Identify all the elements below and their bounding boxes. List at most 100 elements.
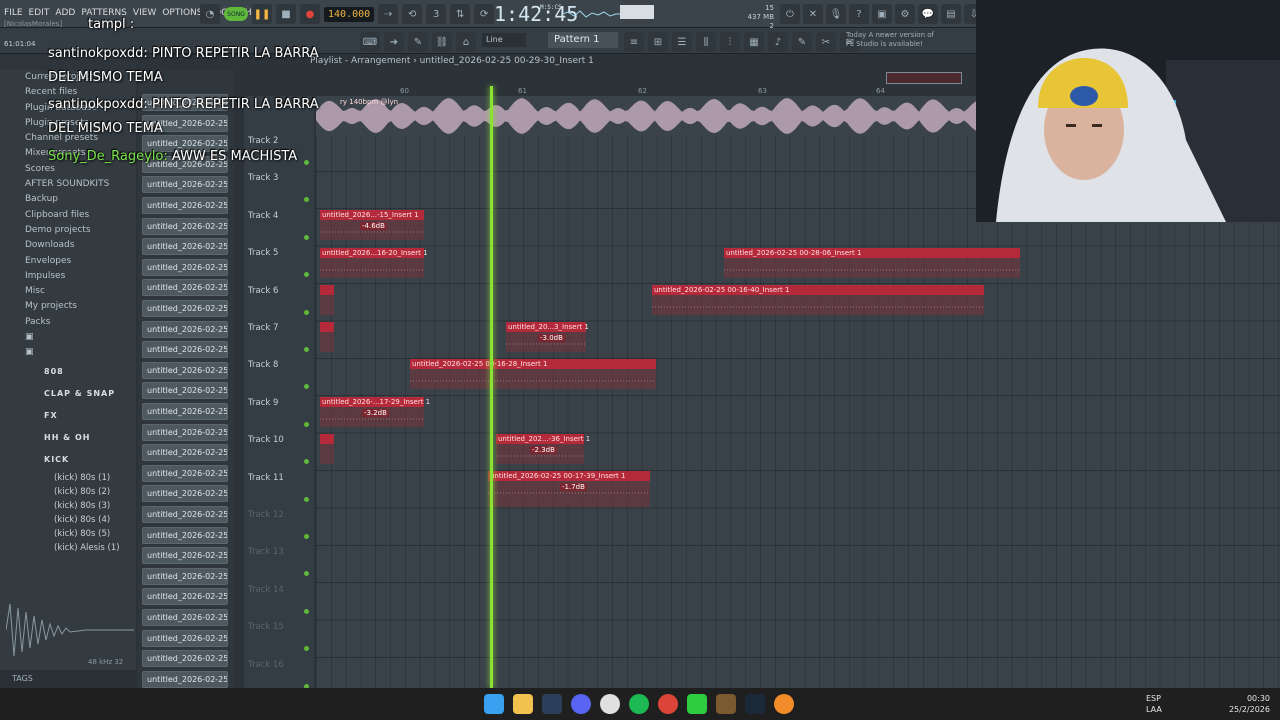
sample-item[interactable]: (kick) 80s (1) — [0, 471, 136, 485]
audio-clip-stub[interactable] — [320, 322, 334, 352]
browser-item[interactable]: Backup — [0, 192, 136, 207]
audio-clip[interactable]: untitled_2026-02-25 00-16-40_Insert 1 — [652, 285, 984, 315]
track-label[interactable]: Track 9 — [248, 398, 278, 408]
audio-clip[interactable]: untitled_202...-36_Insert 1 -2.3dB — [496, 434, 590, 464]
browser-subfolder[interactable]: CLAP & SNAP — [0, 383, 136, 405]
track-label[interactable]: Track 3 — [248, 173, 278, 183]
audio-clip[interactable]: untitled_2026-02-25 00-16-28_Insert 1 — [410, 359, 656, 389]
spotify-icon[interactable] — [629, 694, 649, 714]
save-icon[interactable]: ▣ — [872, 4, 892, 24]
channel-button[interactable]: untitled_2026-02-25 00- — [142, 361, 228, 379]
browser-item[interactable]: Demo projects — [0, 223, 136, 238]
sample-item[interactable]: (kick) 80s (4) — [0, 513, 136, 527]
mic-icon[interactable]: 🎙 — [826, 4, 846, 24]
track-label[interactable]: Track 15 — [248, 622, 284, 632]
loop-record-icon[interactable]: ⟳ — [474, 4, 495, 24]
browser-item[interactable]: Packs — [0, 315, 136, 330]
steam-app-icon[interactable] — [745, 694, 765, 714]
snap-select[interactable]: Line — [482, 33, 526, 47]
track-label[interactable]: Track 7 — [248, 323, 278, 333]
track-mute-led[interactable] — [304, 608, 309, 614]
track-mute-led[interactable] — [304, 309, 309, 315]
steam-icon[interactable] — [542, 694, 562, 714]
capcut-icon[interactable] — [687, 694, 707, 714]
mixer-icon[interactable]: ✕ — [803, 4, 823, 24]
track-mute-led[interactable] — [304, 347, 309, 352]
draw-icon[interactable]: ✎ — [408, 32, 428, 52]
track-label[interactable]: Track 10 — [248, 435, 284, 445]
channel-button[interactable]: untitled_2026-02-25 00- — [142, 258, 228, 276]
track-mute-led[interactable] — [304, 646, 309, 652]
browser-subfolder[interactable]: FX — [0, 405, 136, 427]
sample-item[interactable]: (kick) Alesis (1) — [0, 541, 136, 555]
track-label[interactable]: Track 8 — [248, 360, 278, 370]
channel-button[interactable]: untitled_2026-02-25 00- — [142, 341, 228, 359]
browser-item[interactable]: Envelopes — [0, 254, 136, 269]
channel-button[interactable]: untitled_2026-02-25 00- — [142, 320, 228, 338]
file-explorer-icon[interactable] — [513, 694, 533, 714]
browser-folder[interactable]: ▣ — [0, 345, 136, 360]
channel-button[interactable]: untitled_2026-02-25 00- — [142, 588, 228, 606]
plugin-picker-icon[interactable]: ⫶ — [720, 32, 740, 52]
help-icon[interactable]: ? — [849, 4, 869, 24]
plugin-icon[interactable]: ⚙ — [895, 4, 915, 24]
channel-button[interactable]: untitled_2026-02-25 00- — [142, 567, 228, 585]
browser-item[interactable]: Impulses — [0, 269, 136, 284]
channel-button[interactable]: untitled_2026-02-25 00- — [142, 526, 228, 544]
track-label[interactable]: Track 12 — [248, 510, 284, 520]
arrow-icon[interactable]: ➜ — [384, 32, 404, 52]
loop-icon[interactable]: ⟲ — [402, 4, 423, 24]
audio-clip[interactable]: untitled_20...3_Insert 1 -3.0dB — [506, 322, 589, 352]
browser-subfolder[interactable]: 808 — [0, 361, 136, 383]
channel-button[interactable]: untitled_2026-02-25 00- — [142, 382, 228, 400]
minecraft-icon[interactable] — [716, 694, 736, 714]
track-mute-led[interactable] — [304, 234, 309, 240]
audio-clip[interactable]: untitled_2026-02-25 00-17-39_Insert 1 -1… — [488, 471, 650, 507]
keyboard-icon[interactable]: ⌨ — [360, 32, 380, 52]
browser-item[interactable]: Misc — [0, 284, 136, 299]
track-mute-led[interactable] — [304, 571, 309, 577]
menu-edit[interactable]: EDIT — [29, 8, 50, 18]
track-mute-led[interactable] — [304, 459, 309, 465]
channel-button[interactable]: untitled_2026-02-25 00- — [142, 217, 228, 235]
start-icon[interactable] — [484, 694, 504, 714]
channel-button[interactable]: untitled_2026-02-25 00- — [142, 506, 228, 523]
step-icon[interactable]: 3 — [426, 4, 447, 24]
channel-button[interactable]: untitled_2026-02-25 00- — [142, 300, 228, 317]
menu-add[interactable]: ADD — [55, 8, 75, 18]
track-mute-led[interactable] — [304, 384, 309, 390]
mixer-window-icon[interactable]: ⫼ — [696, 32, 716, 52]
link-icon[interactable]: ⛓ — [432, 32, 452, 52]
master-audio-clip[interactable]: ry 140bpm @lyn — [316, 96, 976, 136]
discord-icon[interactable] — [571, 694, 591, 714]
clock[interactable]: 00:30 25/2/2026 — [1229, 693, 1270, 715]
channel-button[interactable]: untitled_2026-02-25 00- — [142, 423, 228, 441]
channel-button[interactable]: untitled_2026-02-25 00- — [142, 176, 228, 194]
channel-rack-icon[interactable]: ☰ — [672, 32, 692, 52]
track-mute-led[interactable] — [304, 496, 309, 502]
browser-item[interactable]: AFTER SOUNDKITS — [0, 177, 136, 192]
channel-button[interactable]: untitled_2026-02-25 00- — [142, 650, 228, 668]
channel-button[interactable]: untitled_2026-02-25 00- — [142, 547, 228, 565]
channel-button[interactable]: untitled_2026-02-25 00- — [142, 670, 228, 688]
track-label[interactable]: Track 13 — [248, 547, 284, 557]
tags-bar[interactable]: TAGS — [0, 670, 136, 688]
overview-scroll[interactable] — [886, 72, 962, 84]
audio-clip[interactable]: untitled_2026-02-25 00-28-06_Insert 1 — [724, 248, 1020, 278]
browser-item[interactable]: My projects — [0, 299, 136, 314]
browser-folder[interactable]: ▣ — [0, 330, 136, 345]
browser-item[interactable]: Scores — [0, 162, 136, 177]
channel-button[interactable]: untitled_2026-02-25 00- — [142, 238, 228, 256]
audio-clip[interactable]: untitled_2026-...17-29_Insert 1 -3.2dB — [320, 397, 430, 427]
pat-song-toggle[interactable]: SONG — [224, 7, 248, 21]
blend-icon[interactable]: ⇅ — [450, 4, 471, 24]
app-icon[interactable] — [600, 694, 620, 714]
export-icon[interactable]: ▤ — [941, 4, 961, 24]
menu-view[interactable]: VIEW — [133, 8, 156, 18]
track-mute-led[interactable] — [304, 197, 309, 203]
chrome-icon[interactable] — [658, 694, 678, 714]
browser-item[interactable]: Clipboard files — [0, 208, 136, 223]
track-label[interactable]: Track 16 — [248, 660, 284, 670]
power-icon[interactable]: ⏻ — [780, 4, 800, 24]
channel-button[interactable]: untitled_2026-02-25 00- — [142, 485, 228, 503]
